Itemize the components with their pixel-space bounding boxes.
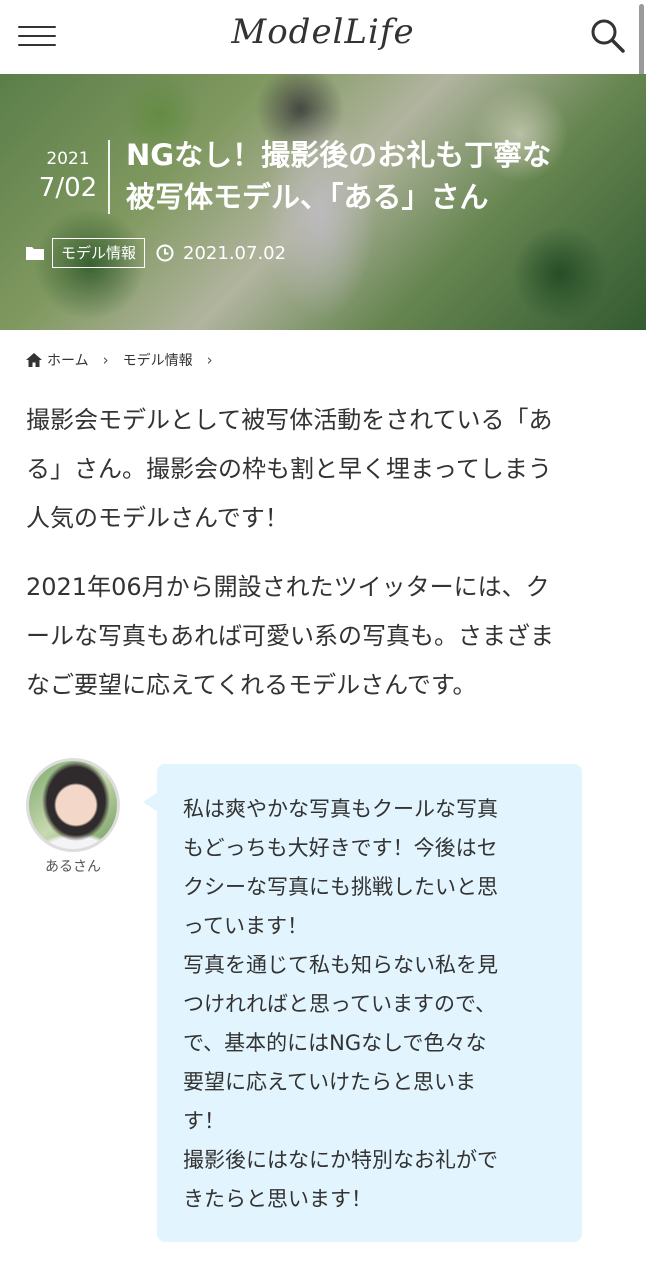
date-divider [108,140,110,214]
intro-paragraph: 撮影会モデルとして被写体活動をされている「あ る」さん。撮影会の枠も割と早く埋ま… [26,396,616,543]
chevron-right-icon: › [102,351,109,369]
post-month-day: 7/02 [38,173,98,203]
post-meta: モデル情報 2021.07.02 [26,236,286,270]
folder-icon [26,247,44,260]
article-title-line2: 被写体モデル、「ある」さん [126,180,489,214]
speaker-avatar [26,758,120,852]
category-tag[interactable]: モデル情報 [52,238,146,268]
paragraph-line: 人気のモデルさんです！ [26,504,289,532]
twitter-paragraph: 2021年06月から開設されたツイッターには、ク ールな写真もあれば可愛い系の写… [26,563,616,710]
post-date-block: 2021 7/02 [28,148,108,204]
chevron-right-icon: › [206,351,213,369]
article-title-line1: NGなし！撮影後のお礼も丁寧な [126,138,552,172]
speech-text: 私は爽やかな写真もクールな写真 もどっちも大好きです！今後はセ クシーな写真にも… [183,797,498,1211]
breadcrumb: ホーム › モデル情報 › [26,348,227,372]
breadcrumb-home[interactable]: ホーム [47,350,89,370]
paragraph-line: 2021年06月から開設されたツイッターには、ク [26,573,550,601]
clock-icon [156,244,174,262]
paragraph-line: 撮影会モデルとして被写体活動をされている「あ [26,406,553,434]
search-icon[interactable] [588,16,628,56]
post-year: 2021 [46,149,90,169]
speech-bubble-tail [143,792,158,812]
hero-banner: 2021 7/02 NGなし！撮影後のお礼も丁寧な 被写体モデル、「ある」さん … [0,74,646,330]
site-header: ModelLife [0,0,646,144]
published-date: 2021.07.02 [183,242,287,264]
home-icon [26,353,42,367]
paragraph-line: る」さん。撮影会の枠も割と早く埋まってしまう [26,455,552,483]
paragraph-line: ールな写真もあれば可愛い系の写真も。さまざま [26,622,554,650]
site-logo[interactable]: ModelLife [0,12,646,52]
breadcrumb-category[interactable]: モデル情報 [123,350,193,370]
speaker-name: あるさん [45,859,101,875]
article-title: NGなし！撮影後のお礼も丁寧な 被写体モデル、「ある」さん [126,134,626,218]
paragraph-line: なご要望に応えてくれるモデルさんです。 [26,671,477,699]
